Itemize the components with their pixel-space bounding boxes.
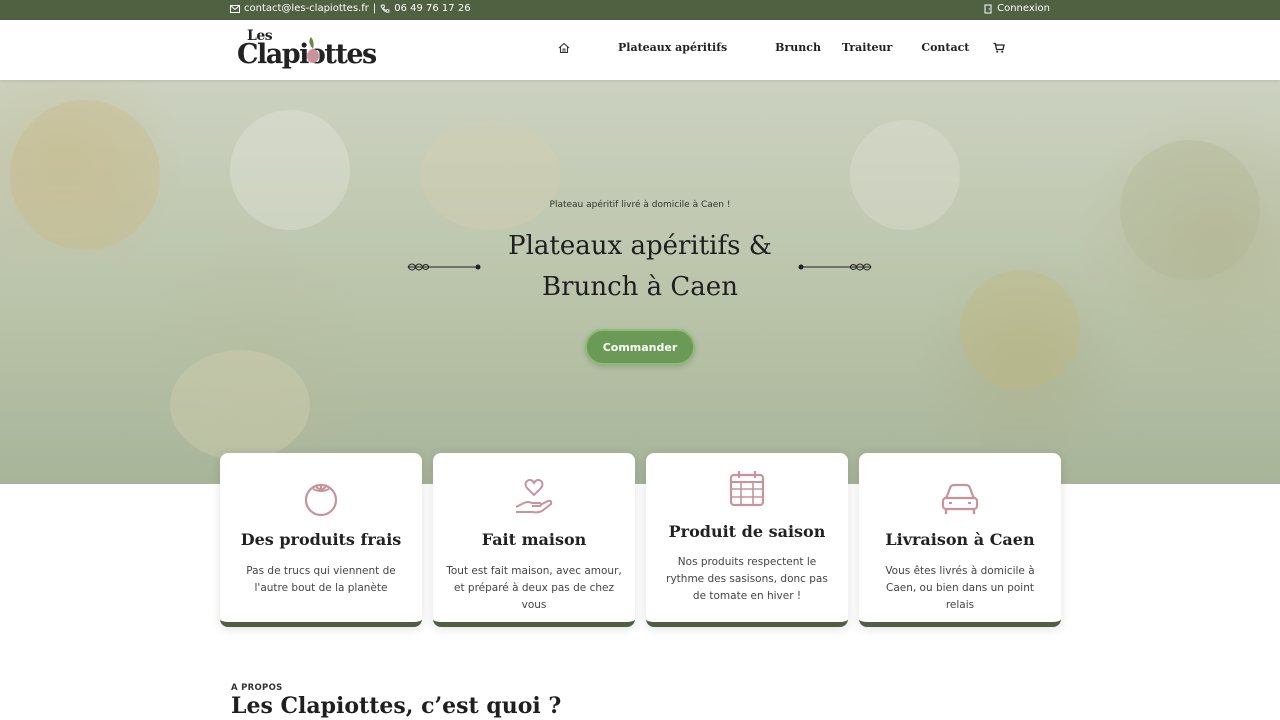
feature-card-seasonal: Produit de saison Nos produits respecten… [646, 453, 848, 627]
top-bar: contact@les-clapiottes.fr | 06 49 76 17 … [0, 0, 1280, 20]
feature-title: Livraison à Caen [885, 530, 1035, 549]
login-area[interactable]: Connexion [983, 3, 1050, 14]
cart-icon[interactable] [993, 42, 1006, 54]
separator: | [372, 3, 377, 14]
feature-desc: Pas de trucs qui viennent de l'autre bou… [246, 565, 396, 594]
door-icon [984, 4, 992, 13]
feature-desc: Vous êtes livrés à domicile à Caen, ou b… [885, 565, 1035, 611]
feature-card-delivery: Livraison à Caen Vous êtes livrés à domi… [859, 453, 1061, 627]
feature-desc: Nos produits respectent le rythme des sa… [666, 556, 828, 602]
mail-icon [230, 4, 240, 13]
branch-right-icon [798, 263, 872, 271]
feature-title: Des produits frais [240, 530, 402, 549]
feature-title: Fait maison [481, 530, 587, 549]
tomato-icon [304, 483, 338, 517]
site-logo[interactable]: Les Clapiottes [237, 26, 377, 76]
hero-section: Plateau apéritif livré à domicile à Caen… [0, 80, 1280, 484]
hero-title: Plateaux apéritifs & Brunch à Caen [508, 231, 772, 302]
hero-subtitle: Plateau apéritif livré à domicile à Caen… [549, 200, 731, 210]
phone-link[interactable]: 06 49 76 17 26 [394, 3, 470, 14]
feature-desc: Tout est fait maison, avec amour, et pré… [446, 565, 622, 611]
order-button[interactable]: Commander [585, 329, 695, 365]
nav-item-traiteur[interactable]: Traiteur [842, 41, 892, 54]
leaf-icon [307, 37, 321, 63]
calendar-icon [729, 471, 765, 507]
feature-card-fresh: Des produits frais Pas de trucs qui vien… [220, 453, 422, 627]
main-nav: Plateaux apéritifs Brunch Traiteur Conta… [558, 41, 1006, 54]
contact-info: contact@les-clapiottes.fr | 06 49 76 17 … [230, 3, 471, 14]
home-icon[interactable] [558, 42, 570, 54]
nav-item-plateaux[interactable]: Plateaux apéritifs [618, 41, 727, 54]
car-icon [941, 483, 979, 514]
feature-card-homemade: Fait maison Tout est fait maison, avec a… [433, 453, 635, 627]
about-title: Les Clapiottes, c’est quoi ? [231, 693, 562, 719]
nav-item-contact[interactable]: Contact [921, 41, 969, 54]
feature-title: Produit de saison [668, 522, 826, 541]
email-link[interactable]: contact@les-clapiottes.fr [244, 3, 369, 14]
branch-left-icon [407, 263, 481, 271]
heart-hand-icon [515, 478, 553, 514]
phone-icon [380, 4, 390, 13]
about-kicker: A PROPOS [231, 683, 283, 693]
login-link[interactable]: Connexion [997, 3, 1050, 14]
nav-item-brunch[interactable]: Brunch [775, 41, 821, 54]
site-header: Les Clapiottes Plateaux apéritifs Brunch… [0, 20, 1280, 80]
